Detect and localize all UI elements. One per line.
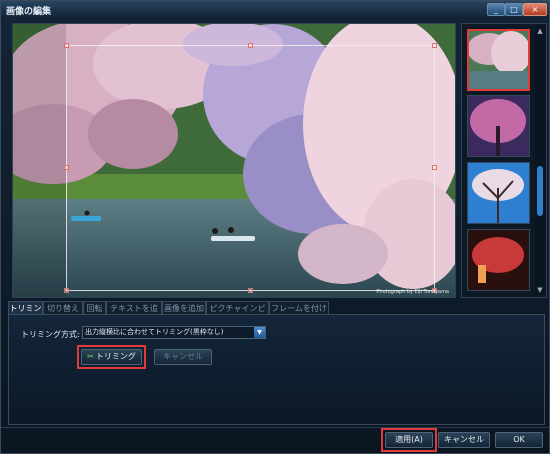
trimming-panel: トリミング方式: 出力縦横比に合わせてトリミング(黒枠なし) ▼ ✂ トリミング … bbox=[8, 314, 545, 425]
crop-handle-bottom[interactable] bbox=[248, 288, 253, 293]
edit-image-window: 画像の編集 _ □ × Photograph by Eiji Tomiyama … bbox=[0, 0, 550, 454]
trimming-method-value: 出力縦横比に合わせてトリミング(黒枠なし) bbox=[85, 328, 224, 336]
crop-outside-shade bbox=[13, 24, 66, 297]
crop-handle-bottom-left[interactable] bbox=[64, 288, 69, 293]
thumbnail-3[interactable] bbox=[467, 162, 530, 224]
thumbnail-1[interactable] bbox=[467, 29, 530, 91]
trimming-method-label: トリミング方式: bbox=[21, 330, 80, 339]
tab-trimming[interactable]: トリミング bbox=[8, 301, 43, 326]
thumbnail-3-image bbox=[468, 163, 529, 223]
title-bar[interactable]: 画像の編集 _ □ × bbox=[1, 1, 549, 19]
ok-button[interactable]: OK bbox=[495, 432, 543, 448]
thumbnail-4-image bbox=[468, 230, 529, 290]
thumbnail-scrollbar[interactable]: ▲ ▼ bbox=[535, 26, 545, 295]
scroll-up-icon[interactable]: ▲ bbox=[535, 26, 545, 36]
tab-switch[interactable]: 切り替え bbox=[43, 301, 83, 315]
tab-picture-in-picture[interactable]: ピクチャインピクチャ bbox=[206, 301, 269, 326]
thumbnail-2[interactable] bbox=[467, 95, 530, 157]
crop-rectangle[interactable] bbox=[66, 45, 435, 291]
trimming-method-select[interactable]: 出力縦横比に合わせてトリミング(黒枠なし) ▼ bbox=[82, 326, 266, 339]
apply-button[interactable]: 適用(A) bbox=[385, 432, 433, 448]
close-button[interactable]: × bbox=[523, 3, 547, 16]
trim-cancel-button[interactable]: キャンセル bbox=[154, 349, 212, 365]
thumbnail-2-image bbox=[468, 96, 529, 156]
crop-handle-left[interactable] bbox=[64, 165, 69, 170]
scroll-thumb[interactable] bbox=[537, 166, 543, 216]
tab-add-frame[interactable]: フレームを付ける bbox=[269, 301, 329, 326]
crop-handle-top-left[interactable] bbox=[64, 43, 69, 48]
chevron-down-icon[interactable]: ▼ bbox=[254, 327, 265, 338]
footer-divider bbox=[1, 427, 549, 428]
scroll-down-icon[interactable]: ▼ bbox=[535, 285, 545, 295]
minimize-button[interactable]: _ bbox=[487, 3, 505, 16]
crop-handle-top-right[interactable] bbox=[432, 43, 437, 48]
tab-add-text[interactable]: テキストを追加 bbox=[106, 301, 162, 326]
tab-add-image[interactable]: 画像を追加 bbox=[162, 301, 206, 315]
maximize-button[interactable]: □ bbox=[505, 3, 523, 16]
cancel-button[interactable]: キャンセル bbox=[438, 432, 490, 448]
trim-button-label: トリミング bbox=[95, 352, 136, 361]
crop-handle-top[interactable] bbox=[248, 43, 253, 48]
photo-credit: Photograph by Eiji Tomiyama bbox=[376, 289, 449, 295]
window-title: 画像の編集 bbox=[6, 7, 52, 17]
thumbnail-list[interactable]: ▲ ▼ bbox=[461, 23, 547, 298]
crop-icon: ✂ bbox=[87, 352, 94, 361]
trim-button[interactable]: ✂ トリミング bbox=[81, 349, 142, 365]
thumbnail-4[interactable] bbox=[467, 229, 530, 291]
tab-rotate[interactable]: 回転 bbox=[83, 301, 106, 315]
thumbnail-1-image bbox=[469, 31, 528, 89]
image-preview[interactable]: Photograph by Eiji Tomiyama bbox=[12, 23, 456, 298]
crop-handle-right[interactable] bbox=[432, 165, 437, 170]
